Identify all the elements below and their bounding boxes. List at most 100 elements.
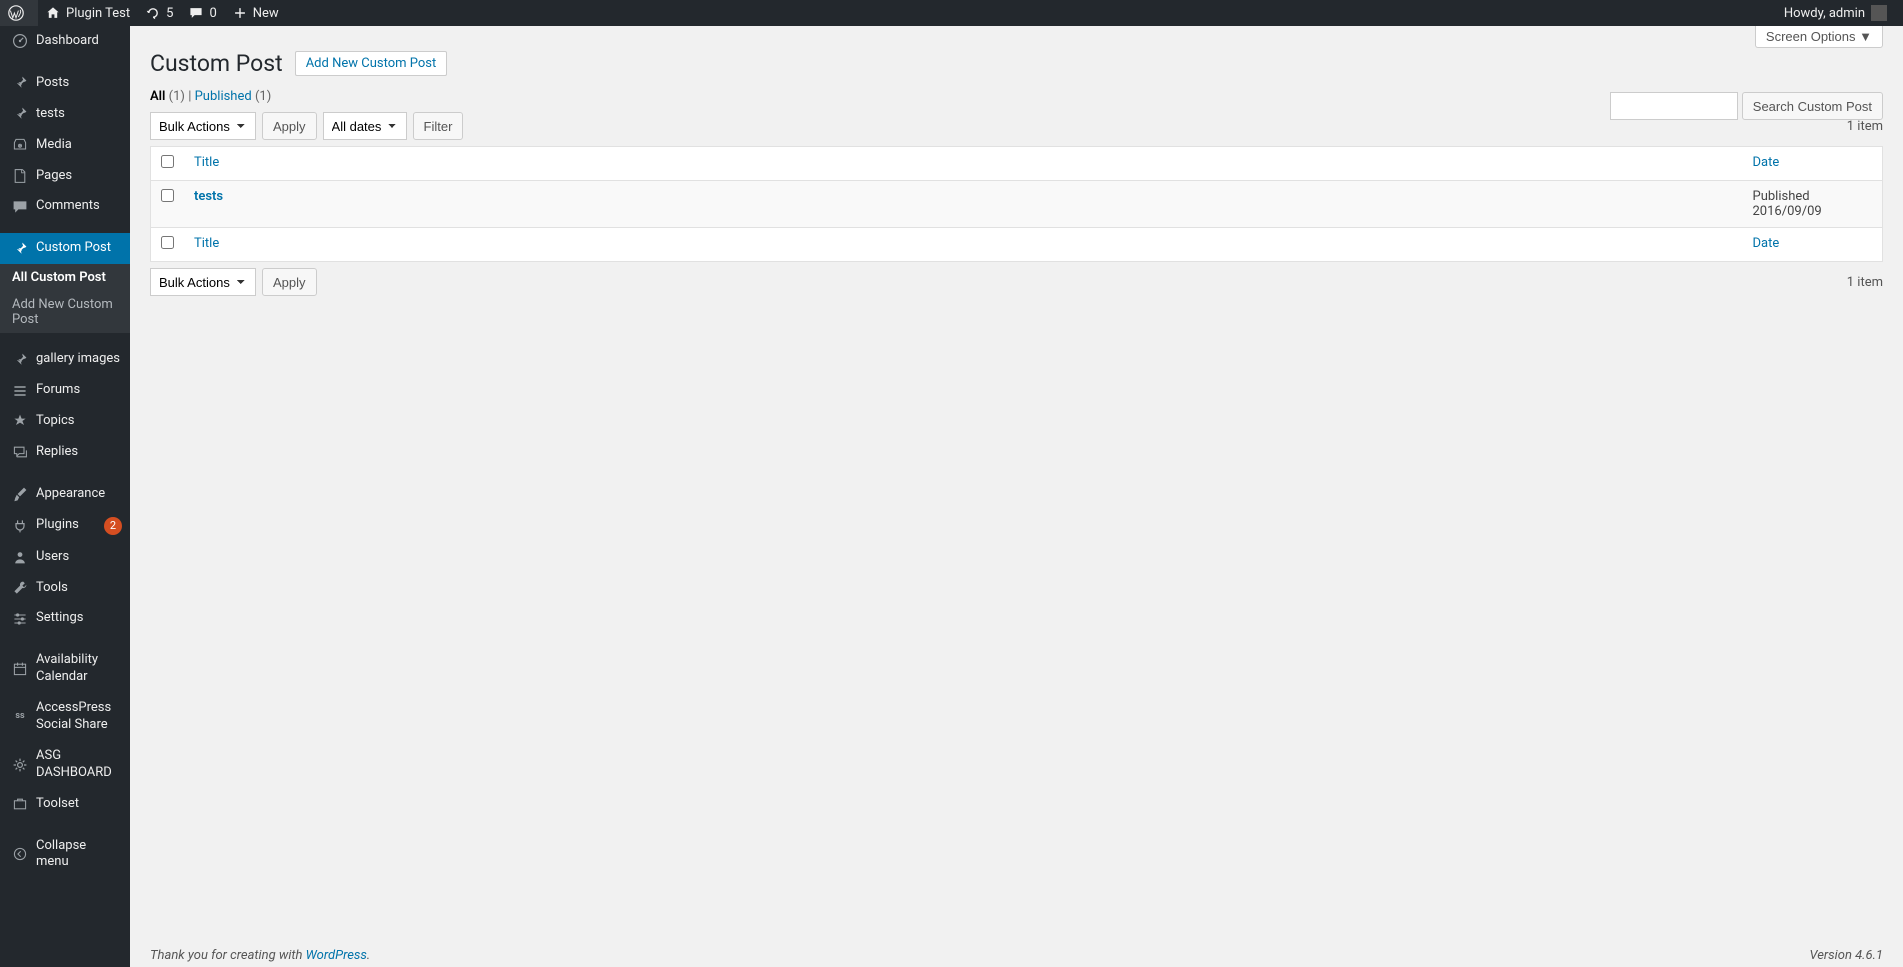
sidebar-item-label: Custom Post [36,240,122,257]
update-icon [146,6,160,20]
toolbar-right: Howdy, admin [1776,0,1903,26]
bulk-actions-select-bottom[interactable]: Bulk Actions [150,268,256,296]
sidebar-item-accesspress-social-share[interactable]: ss AccessPress Social Share [0,693,130,741]
sidebar-item-asg-dashboard[interactable]: ASG DASHBOARD [0,741,130,789]
row-checkbox-cell [151,181,185,228]
sidebar-item-toolset[interactable]: Toolset [0,789,130,820]
filter-button[interactable]: Filter [413,112,464,140]
date-header-bottom[interactable]: Date [1743,228,1883,262]
add-new-button[interactable]: Add New Custom Post [295,51,448,76]
sidebar-item-label: AccessPress Social Share [36,700,122,734]
sidebar-item-label: ASG DASHBOARD [36,748,122,782]
my-account-link[interactable]: Howdy, admin [1776,0,1895,26]
sidebar-item-label: Plugins [36,517,100,534]
date-filter-select[interactable]: All dates [323,112,407,140]
wordpress-link[interactable]: WordPress [306,948,367,963]
comments-link[interactable]: 0 [181,0,224,26]
sidebar-item-comments[interactable]: Comments [0,191,130,222]
howdy-text: Howdy, admin [1784,6,1865,21]
title-header-top[interactable]: Title [184,147,1743,181]
brush-icon [10,486,30,502]
wordpress-icon [8,5,24,21]
posts-table: Title Date tests Published2016/09/09 Titl… [150,146,1883,262]
submenu-add-new[interactable]: Add New Custom Post [0,291,130,333]
ss-icon: ss [10,711,30,723]
row-checkbox[interactable] [161,189,174,202]
select-all-header-top [151,147,185,181]
sidebar-item-pages[interactable]: Pages [0,161,130,192]
collapse-menu[interactable]: Collapse menu [0,831,130,879]
select-all-checkbox-top[interactable] [161,155,174,168]
update-badge: 2 [104,517,122,535]
toolbar-left: Plugin Test 5 0 New [0,0,1776,26]
sidebar-item-media[interactable]: Media [0,130,130,161]
filter-all-link[interactable]: All [150,89,165,104]
plug-icon [10,518,30,534]
wp-logo[interactable] [0,0,38,26]
updates-link[interactable]: 5 [138,0,181,26]
sidebar-item-label: Topics [36,413,122,430]
search-input[interactable] [1610,92,1738,120]
site-name-link[interactable]: Plugin Test [38,0,138,26]
screen-options-button[interactable]: Screen Options ▼ [1755,26,1883,48]
page-icon [10,168,30,184]
sidebar-item-label: Pages [36,168,122,185]
sidebar-item-label: Tools [36,580,122,597]
sidebar-item-users[interactable]: Users [0,542,130,573]
toolset-icon [10,796,30,812]
pin-icon [10,352,30,368]
home-icon [46,6,60,20]
bulk-actions-select-top[interactable]: Bulk Actions [150,112,256,140]
sidebar-item-appearance[interactable]: Appearance [0,479,130,510]
sidebar-item-plugins[interactable]: Plugins2 [0,510,130,542]
comment-icon [10,199,30,215]
sidebar-item-label: tests [36,106,122,123]
sliders-icon [10,611,30,627]
wrench-icon [10,580,30,596]
submenu-all[interactable]: All Custom Post [0,264,130,291]
admin-sidebar: Dashboard Posts tests Media Pages Comments Cus… [0,26,130,967]
select-all-checkbox-bottom[interactable] [161,236,174,249]
row-title-link[interactable]: tests [194,189,223,204]
sidebar-item-tests[interactable]: tests [0,99,130,130]
collapse-icon [10,847,30,861]
menu-separator [0,823,130,828]
sidebar-item-custom-post[interactable]: Custom Post [0,233,130,264]
footer-version: Version 4.6.1 [1809,948,1883,963]
bulk-apply-top[interactable]: Apply [262,112,317,140]
user-icon [10,549,30,565]
tablenav-bottom: Bulk Actions Apply 1 item [150,268,1883,296]
date-header-top[interactable]: Date [1743,147,1883,181]
row-title-cell: tests [184,181,1743,228]
dashboard-icon [10,33,30,49]
comments-count: 0 [209,6,216,21]
sidebar-item-tools[interactable]: Tools [0,573,130,604]
sidebar-item-dashboard[interactable]: Dashboard [0,26,130,57]
new-content-link[interactable]: New [225,0,287,26]
row-status: Published [1753,189,1873,204]
updates-count: 5 [166,6,173,21]
menu-separator [0,336,130,341]
avatar [1871,5,1887,21]
search-button[interactable]: Search Custom Post [1742,92,1883,120]
row-date-cell: Published2016/09/09 [1743,181,1883,228]
sidebar-item-label: Comments [36,198,122,215]
sidebar-item-settings[interactable]: Settings [0,603,130,634]
sidebar-item-forums[interactable]: Forums [0,375,130,406]
sidebar-item-replies[interactable]: Replies [0,437,130,468]
pin-icon [10,75,30,91]
bulk-apply-bottom[interactable]: Apply [262,268,317,296]
sidebar-item-gallery-images[interactable]: gallery images [0,344,130,375]
menu-separator [0,471,130,476]
filter-published-link[interactable]: Published [195,89,252,104]
sidebar-item-availability-calendar[interactable]: Availability Calendar [0,645,130,693]
sidebar-item-label: Appearance [36,486,122,503]
sidebar-item-topics[interactable]: Topics [0,406,130,437]
title-header-bottom[interactable]: Title [184,228,1743,262]
filter-all-count: (1) [169,89,185,104]
sidebar-item-posts[interactable]: Posts [0,68,130,99]
table-row: tests Published2016/09/09 [151,181,1883,228]
item-count-bottom: 1 item [1847,275,1883,290]
menu-separator [0,637,130,642]
select-all-header-bottom [151,228,185,262]
